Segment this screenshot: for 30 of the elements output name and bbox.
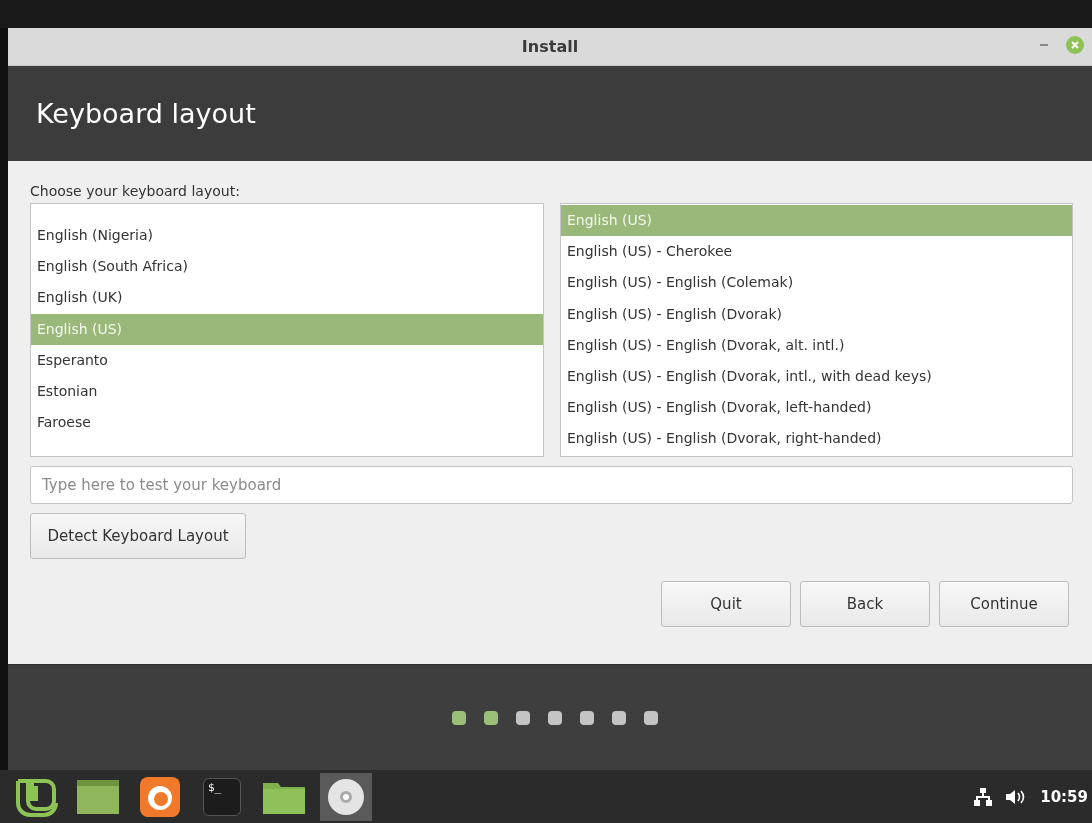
variant-item[interactable]: English (US) - English (Dvorak, intl., with dead keys) xyxy=(561,360,1072,393)
variant-item[interactable]: English (US) - English (Dvorak, right-handed) xyxy=(561,423,1072,455)
layout-item[interactable]: Estonian xyxy=(31,375,543,408)
detect-button[interactable]: Detect Keyboard Layout xyxy=(30,513,246,559)
browser-icon xyxy=(140,776,180,817)
variant-item[interactable]: English (US) - Cherokee xyxy=(561,236,1072,268)
layout-item[interactable]: Esperanto xyxy=(31,344,543,376)
variant-item[interactable]: English (US) - English (Colemak) xyxy=(561,267,1072,299)
variant-item[interactable]: English (US) - English (Dvorak, alt. intl.) xyxy=(561,329,1072,361)
dialog-button[interactable]: Quit xyxy=(661,581,791,627)
layout-item[interactable]: English (Nigeria) xyxy=(31,220,543,252)
taskbar-button[interactable] xyxy=(320,772,372,821)
dialog-button[interactable]: Back xyxy=(800,581,930,627)
layout-item[interactable]: English (UK) xyxy=(31,282,543,314)
clock[interactable]: 10:59 xyxy=(1040,787,1088,806)
layout-item[interactable]: Faroese xyxy=(31,407,543,439)
prompt-label: Choose your keyboard layout: xyxy=(30,183,241,199)
taskbar-button[interactable]: $_ xyxy=(196,772,248,821)
page-title: Keyboard layout xyxy=(36,98,256,129)
window-title: Install xyxy=(521,37,579,56)
network-icon[interactable] xyxy=(974,787,993,806)
volume-icon[interactable] xyxy=(1006,788,1027,805)
layout-item[interactable]: English (South Africa) xyxy=(31,251,543,283)
variant-item[interactable]: English (US) - English (Dvorak, left-handed) xyxy=(561,392,1072,424)
terminal-icon: $_ xyxy=(203,777,241,816)
window-icon xyxy=(77,779,119,814)
variant-item[interactable]: English (US) - English (Dvorak) xyxy=(561,298,1072,330)
disc-icon xyxy=(327,777,365,816)
test-input-field[interactable]: Type here to test your keyboard xyxy=(30,466,1073,504)
dialog-button[interactable]: Continue xyxy=(939,581,1069,627)
